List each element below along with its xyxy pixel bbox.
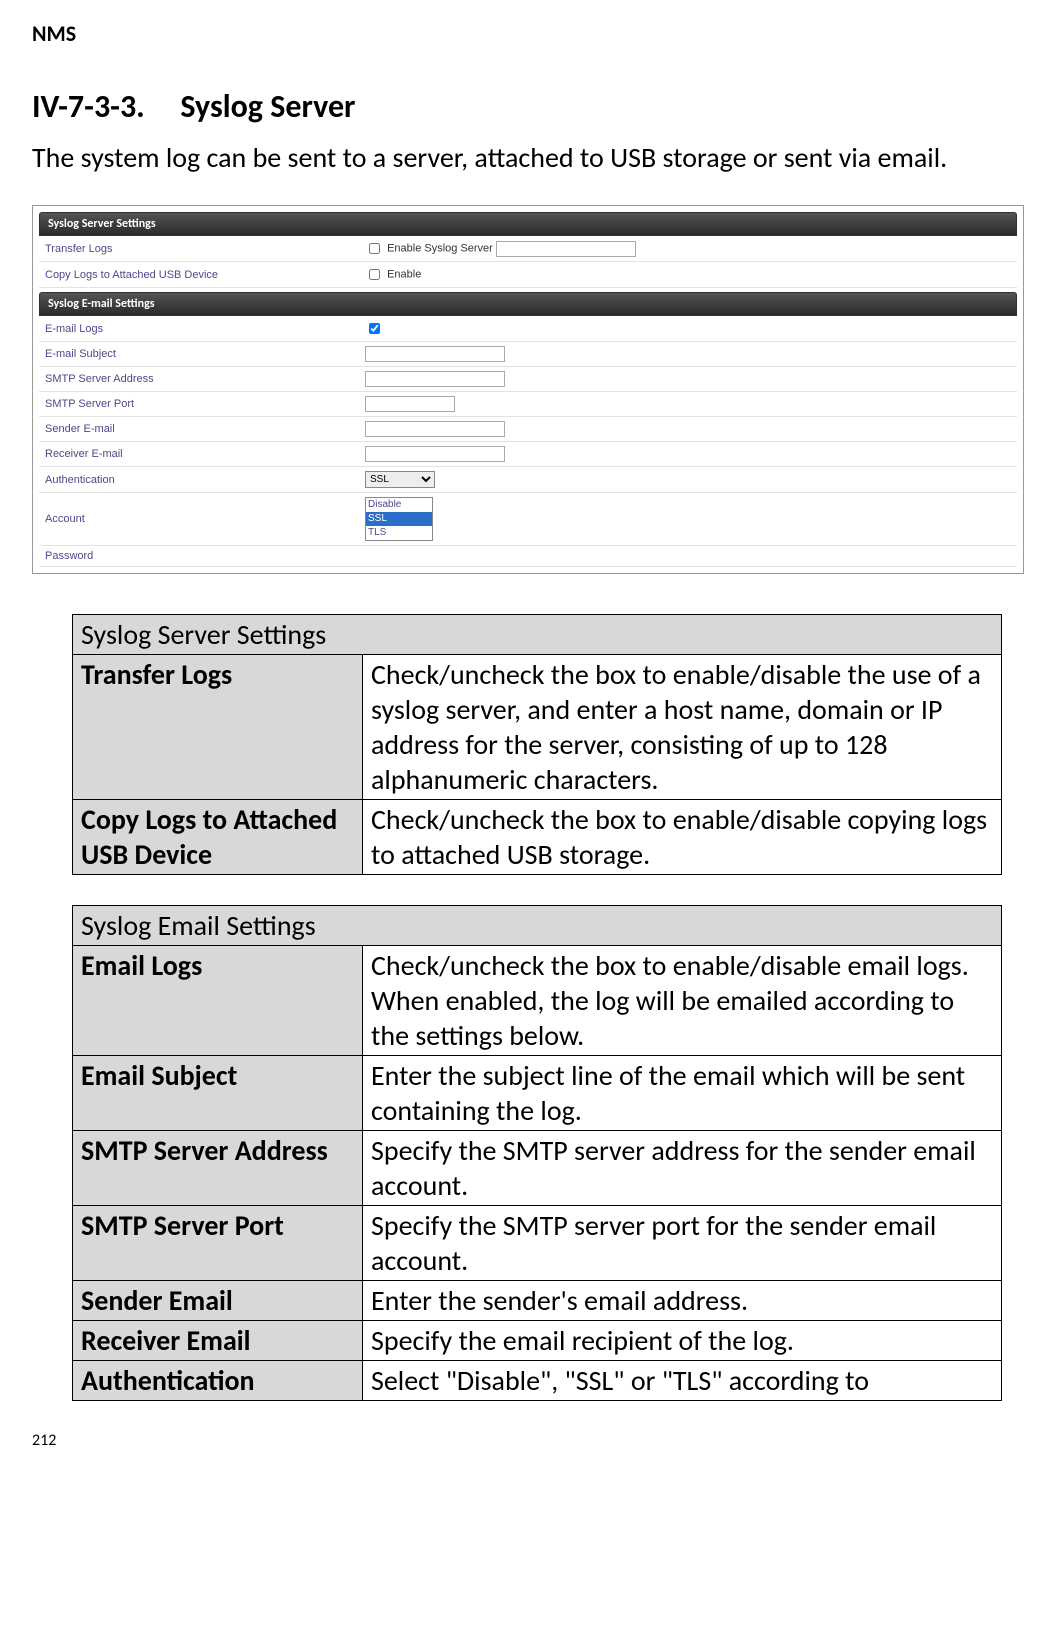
row-email-logs: E-mail Logs [39, 316, 1017, 342]
desc-text: Specify the SMTP server address for the … [363, 1131, 1002, 1206]
row-sender-email: Sender E-mail [39, 417, 1017, 442]
desc-name: SMTP Server Address [73, 1131, 363, 1206]
label-smtp-address: SMTP Server Address [39, 367, 359, 392]
desc-title-email: Syslog Email Settings [73, 906, 1002, 946]
email-settings-form: E-mail Logs E-mail Subject SMTP Server A… [39, 316, 1017, 567]
checkbox-enable-usb-copy[interactable] [369, 269, 380, 280]
desc-name: Sender Email [73, 1281, 363, 1321]
desc-table-server: Syslog Server Settings Transfer Logs Che… [72, 614, 1002, 875]
desc-text: Check/uncheck the box to enable/disable … [363, 946, 1002, 1056]
panel-title-email: Syslog E-mail Settings [39, 292, 1017, 316]
desc-row: Copy Logs to Attached USB Device Check/u… [73, 800, 1002, 875]
row-receiver-email: Receiver E-mail [39, 442, 1017, 467]
input-smtp-port[interactable] [365, 396, 455, 412]
desc-text: Check/uncheck the box to enable/disable … [363, 655, 1002, 800]
page-number: 212 [32, 1431, 1024, 1450]
desc-text: Specify the SMTP server port for the sen… [363, 1206, 1002, 1281]
desc-row: SMTP Server Port Specify the SMTP server… [73, 1206, 1002, 1281]
desc-text: Enter the sender's email address. [363, 1281, 1002, 1321]
desc-title-server: Syslog Server Settings [73, 615, 1002, 655]
intro-paragraph: The system log can be sent to a server, … [32, 140, 1024, 175]
row-transfer-logs: Transfer Logs Enable Syslog Server [39, 236, 1017, 262]
page-header: NMS [32, 20, 1024, 47]
desc-text: Check/uncheck the box to enable/disable … [363, 800, 1002, 875]
label-copy-logs-usb: Copy Logs to Attached USB Device [39, 262, 359, 288]
row-smtp-address: SMTP Server Address [39, 367, 1017, 392]
option-disable[interactable]: Disable [366, 498, 432, 512]
panel-title-server: Syslog Server Settings [39, 212, 1017, 236]
label-transfer-logs: Transfer Logs [39, 236, 359, 262]
section-title: Syslog Server [180, 87, 355, 126]
label-authentication: Authentication [39, 467, 359, 493]
select-authentication[interactable]: SSL [365, 471, 435, 488]
desc-name: Receiver Email [73, 1321, 363, 1361]
desc-name: SMTP Server Port [73, 1206, 363, 1281]
row-email-subject: E-mail Subject [39, 342, 1017, 367]
label-email-logs: E-mail Logs [39, 316, 359, 342]
desc-row: Email Logs Check/uncheck the box to enab… [73, 946, 1002, 1056]
option-ssl[interactable]: SSL [366, 512, 432, 526]
dropdown-open-list[interactable]: Disable SSL TLS [365, 497, 433, 541]
input-smtp-address[interactable] [365, 371, 505, 387]
checkbox-label-enable-syslog: Enable Syslog Server [387, 242, 493, 254]
cell-copy-logs-control: Enable [359, 262, 1017, 288]
label-receiver-email: Receiver E-mail [39, 442, 359, 467]
desc-row: Receiver Email Specify the email recipie… [73, 1321, 1002, 1361]
desc-row: Sender Email Enter the sender's email ad… [73, 1281, 1002, 1321]
desc-row: SMTP Server Address Specify the SMTP ser… [73, 1131, 1002, 1206]
input-sender-email[interactable] [365, 421, 505, 437]
section-heading: IV-7-3-3. Syslog Server [32, 87, 1024, 126]
desc-text: Enter the subject line of the email whic… [363, 1056, 1002, 1131]
label-email-subject: E-mail Subject [39, 342, 359, 367]
desc-text: Specify the email recipient of the log. [363, 1321, 1002, 1361]
option-tls[interactable]: TLS [366, 526, 432, 540]
checkbox-email-logs[interactable] [369, 323, 380, 334]
server-settings-form: Transfer Logs Enable Syslog Server Copy … [39, 236, 1017, 288]
label-password: Password [39, 546, 359, 567]
settings-screenshot: Syslog Server Settings Transfer Logs Ena… [32, 205, 1024, 574]
input-email-subject[interactable] [365, 346, 505, 362]
row-account: Account Disable SSL TLS [39, 493, 1017, 546]
label-smtp-port: SMTP Server Port [39, 392, 359, 417]
desc-row: Transfer Logs Check/uncheck the box to e… [73, 655, 1002, 800]
desc-name: Email Subject [73, 1056, 363, 1131]
desc-text: Select "Disable", "SSL" or "TLS" accordi… [363, 1361, 1002, 1401]
checkbox-enable-syslog-server[interactable] [369, 243, 380, 254]
checkbox-label-enable-usb: Enable [387, 268, 421, 280]
desc-name: Email Logs [73, 946, 363, 1056]
input-syslog-server-address[interactable] [496, 241, 636, 257]
input-receiver-email[interactable] [365, 446, 505, 462]
label-account: Account [39, 493, 359, 546]
desc-name: Transfer Logs [73, 655, 363, 800]
label-sender-email: Sender E-mail [39, 417, 359, 442]
desc-table-email: Syslog Email Settings Email Logs Check/u… [72, 905, 1002, 1401]
desc-name: Copy Logs to Attached USB Device [73, 800, 363, 875]
row-smtp-port: SMTP Server Port [39, 392, 1017, 417]
row-password: Password [39, 546, 1017, 567]
cell-transfer-logs-control: Enable Syslog Server [359, 236, 1017, 262]
row-authentication: Authentication SSL [39, 467, 1017, 493]
desc-row: Email Subject Enter the subject line of … [73, 1056, 1002, 1131]
desc-name: Authentication [73, 1361, 363, 1401]
section-number: IV-7-3-3. [32, 87, 145, 126]
row-copy-logs-usb: Copy Logs to Attached USB Device Enable [39, 262, 1017, 288]
desc-row: Authentication Select "Disable", "SSL" o… [73, 1361, 1002, 1401]
